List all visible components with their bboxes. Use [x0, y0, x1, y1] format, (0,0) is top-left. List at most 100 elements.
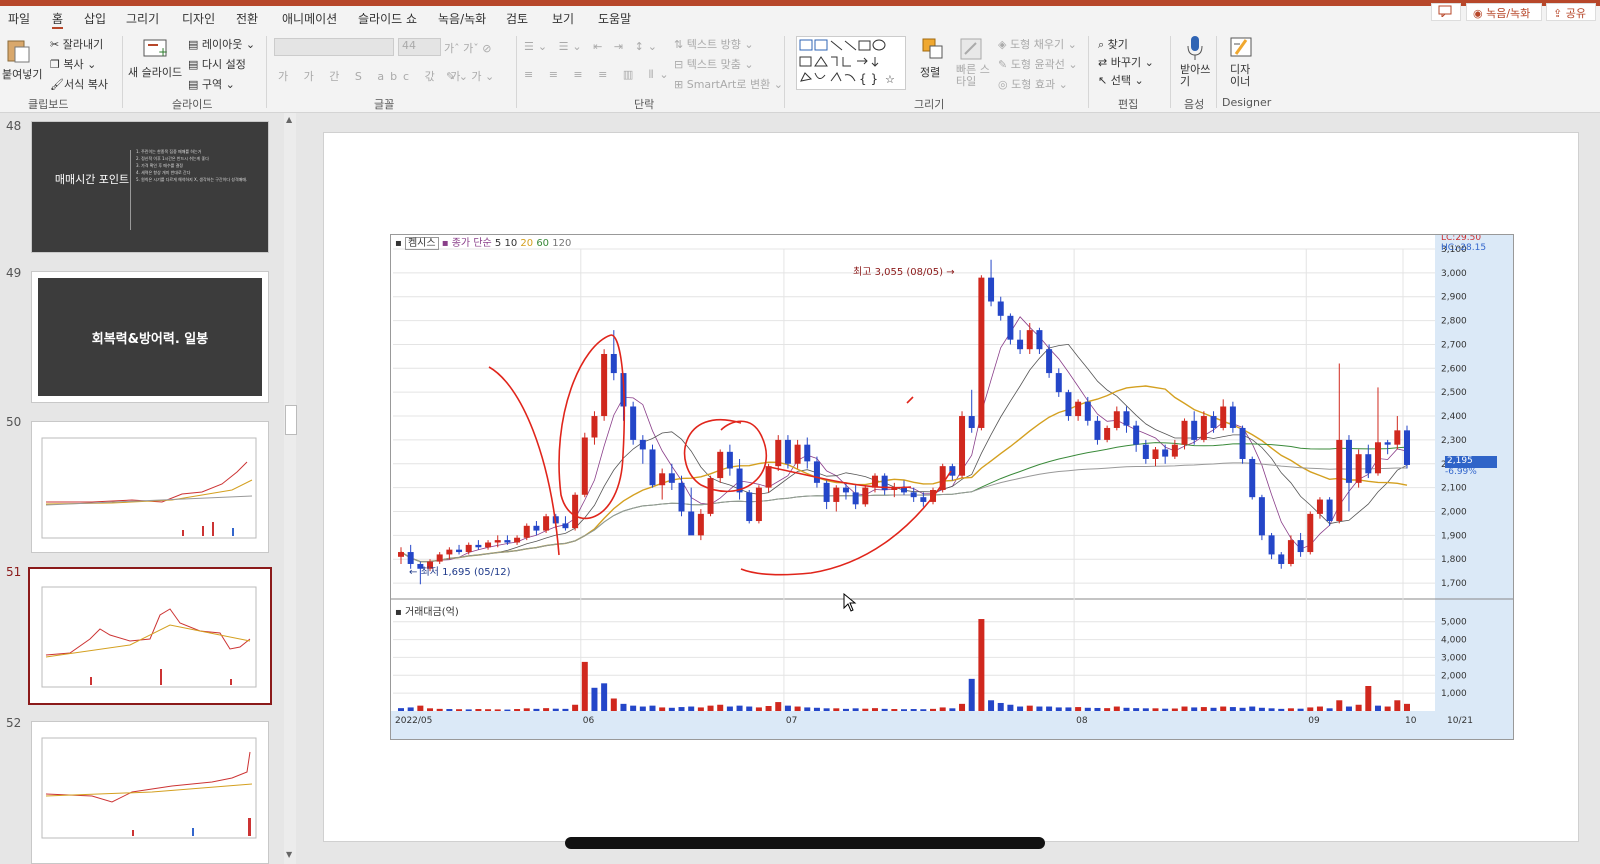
font-size-dropdown[interactable]: 44 — [398, 38, 441, 56]
menu-tab-5[interactable]: 전환 — [236, 10, 258, 27]
paste-button[interactable] — [4, 38, 32, 67]
slide-thumbnail-48[interactable]: 매매시간 포인트 1. 주린이는 한종목 집중 매매를 하는거 2. 정신적 이… — [31, 121, 269, 253]
copy-button[interactable]: ❐ 복사 ⌄ — [50, 56, 96, 72]
volume-bar — [871, 708, 878, 711]
menu-tab-1[interactable]: 홈 — [52, 10, 64, 29]
candle-body — [997, 301, 1004, 316]
format-painter-button[interactable]: 🖌서식 복사 — [50, 76, 108, 92]
slide-thumbnail-49[interactable]: 회복력&방어력. 일봉 — [31, 271, 269, 403]
candle-body — [862, 487, 869, 505]
slide-thumb-title: 매매시간 포인트 — [54, 173, 130, 186]
slide-thumbnail-52[interactable] — [31, 721, 269, 864]
align-buttons[interactable]: ≡ ≡ ≡ ≡ ▥ ⫴⌄ — [524, 68, 675, 82]
cut-button[interactable]: ✂ 잘라내기 — [50, 36, 103, 52]
shape-effects-button[interactable]: ◎ 도형 효과 ⌄ — [998, 76, 1068, 92]
menu-tab-4[interactable]: 디자인 — [182, 10, 215, 27]
paste-icon — [7, 40, 30, 63]
layout-button[interactable]: ▤ 레이아웃 ⌄ — [188, 36, 255, 52]
menu-tab-3[interactable]: 그리기 — [126, 10, 159, 27]
menu-tab-2[interactable]: 삽입 — [84, 10, 106, 27]
cut-label: 잘라내기 — [62, 38, 104, 51]
brush-icon: 🖌 — [50, 78, 64, 91]
font-style-buttons[interactable]: 가 가 간 S abc 갃 가 — [278, 68, 466, 84]
font-grow-shrink[interactable]: 가ˆ 가ˇ ⊘ — [444, 40, 491, 56]
volume-bar — [1055, 707, 1062, 711]
volume-bar — [939, 707, 946, 711]
arrange-button[interactable] — [920, 36, 946, 65]
select-button[interactable]: ↖ 선택 ⌄ — [1098, 72, 1144, 88]
candle-body — [1345, 439, 1352, 483]
replace-button[interactable]: ⇄ 바꾸기 ⌄ — [1098, 54, 1154, 70]
shapes-gallery[interactable]: { } ☆ — [796, 36, 906, 90]
candle-body — [784, 439, 791, 464]
menu-tab-10[interactable]: 보기 — [552, 10, 574, 27]
candle-body — [1229, 406, 1236, 428]
dictate-button[interactable] — [1184, 34, 1206, 65]
align-text-button[interactable]: ⊟ 텍스트 맞춤 ⌄ — [674, 56, 754, 72]
share-button[interactable]: ⇪ 공유 — [1546, 3, 1596, 21]
menu-tab-0[interactable]: 파일 — [8, 10, 30, 27]
price-tick-label: 2,700 — [1441, 340, 1467, 350]
thumbnail-scrollbar[interactable]: ▲ ▼ — [284, 113, 297, 864]
slide-thumbnail-50[interactable] — [31, 421, 269, 553]
volume-bar — [1113, 706, 1120, 711]
chart-legend: ▪ 켐시스 ▪ 종가 단순 5 10 20 60 120 — [395, 235, 571, 250]
list-buttons[interactable]: ☰⌄ ☰⌄ ⇤ ⇥ ↕⌄ — [524, 40, 661, 53]
record-label: 녹음/녹화 — [1486, 7, 1531, 20]
x-tick-label: 2022/05 — [395, 716, 432, 726]
comments-button[interactable] — [1431, 3, 1461, 21]
menu-tab-6[interactable]: 애니메이션 — [282, 10, 337, 27]
find-button[interactable]: ⌕ 찾기 — [1098, 36, 1128, 52]
volume-bar — [842, 708, 849, 711]
new-slide-button[interactable]: + — [142, 36, 168, 63]
thumb-bullet: 4. 세력은 항상 개미 반대로 간다 — [136, 170, 191, 175]
scroll-thumb[interactable] — [285, 405, 297, 435]
volume-bar — [1249, 706, 1256, 711]
arrange-label: 정렬 — [920, 66, 941, 79]
slide-thumbnail-51[interactable] — [28, 567, 272, 705]
volume-bar — [620, 703, 627, 711]
ribbon-separator — [122, 36, 123, 108]
shape-outline-button[interactable]: ✎ 도형 윤곽선 ⌄ — [998, 56, 1078, 72]
smartart-button[interactable]: ⊞ SmartArt로 변환 ⌄ — [674, 76, 783, 92]
volume-bar — [823, 708, 830, 711]
candle-body — [1113, 411, 1120, 428]
text-direction-button[interactable]: ⇅ 텍스트 방향 ⌄ — [674, 36, 754, 52]
ma-120-line — [400, 462, 1407, 563]
candle-body — [581, 437, 588, 495]
menu-tab-9[interactable]: 검토 — [506, 10, 528, 27]
thumb-chart — [41, 586, 257, 688]
volume-bar — [1287, 708, 1294, 711]
volume-bar — [494, 709, 501, 711]
menu-tab-7[interactable]: 슬라이드 쇼 — [358, 10, 417, 27]
candle-body — [813, 461, 820, 483]
candle-body — [1084, 401, 1091, 421]
svg-text:+: + — [158, 45, 168, 59]
section-button[interactable]: ▤ 구역 ⌄ — [188, 76, 235, 92]
scroll-down-arrow[interactable]: ▼ — [286, 850, 292, 859]
volume-bar — [1171, 708, 1178, 711]
quick-styles-label: 빠른 스타일 — [956, 63, 990, 88]
menu-tab-11[interactable]: 도움말 — [598, 10, 631, 27]
markup-ink-stroke — [683, 419, 768, 493]
scroll-up-arrow[interactable]: ▲ — [286, 115, 292, 124]
candle-body — [1104, 427, 1111, 440]
dictate-label: 받아쓰기 — [1180, 63, 1211, 88]
volume-bar — [1365, 686, 1372, 711]
menu-tab-8[interactable]: 녹음/녹화 — [438, 10, 486, 27]
volume-title: 거래대금(억) — [404, 607, 459, 618]
quick-styles-button[interactable] — [958, 36, 984, 65]
volume-bar — [1297, 708, 1304, 711]
record-button[interactable]: ◉ 녹음/녹화 — [1466, 3, 1542, 21]
volume-bar — [1104, 708, 1111, 711]
volume-bar — [581, 661, 588, 711]
shape-fill-button[interactable]: ◈ 도형 채우기 ⌄ — [998, 36, 1077, 52]
font-name-dropdown[interactable] — [274, 38, 394, 56]
reset-button[interactable]: ▤ 다시 설정 — [188, 56, 246, 72]
slide-number: 49 — [6, 266, 22, 280]
svg-text:{ }: { } — [859, 72, 878, 86]
designer-button[interactable] — [1228, 34, 1254, 65]
font-color-buttons[interactable]: ✎ ⌄ 가 ⌄ — [446, 68, 494, 84]
candle-body — [823, 482, 830, 502]
candle-body — [572, 494, 579, 529]
